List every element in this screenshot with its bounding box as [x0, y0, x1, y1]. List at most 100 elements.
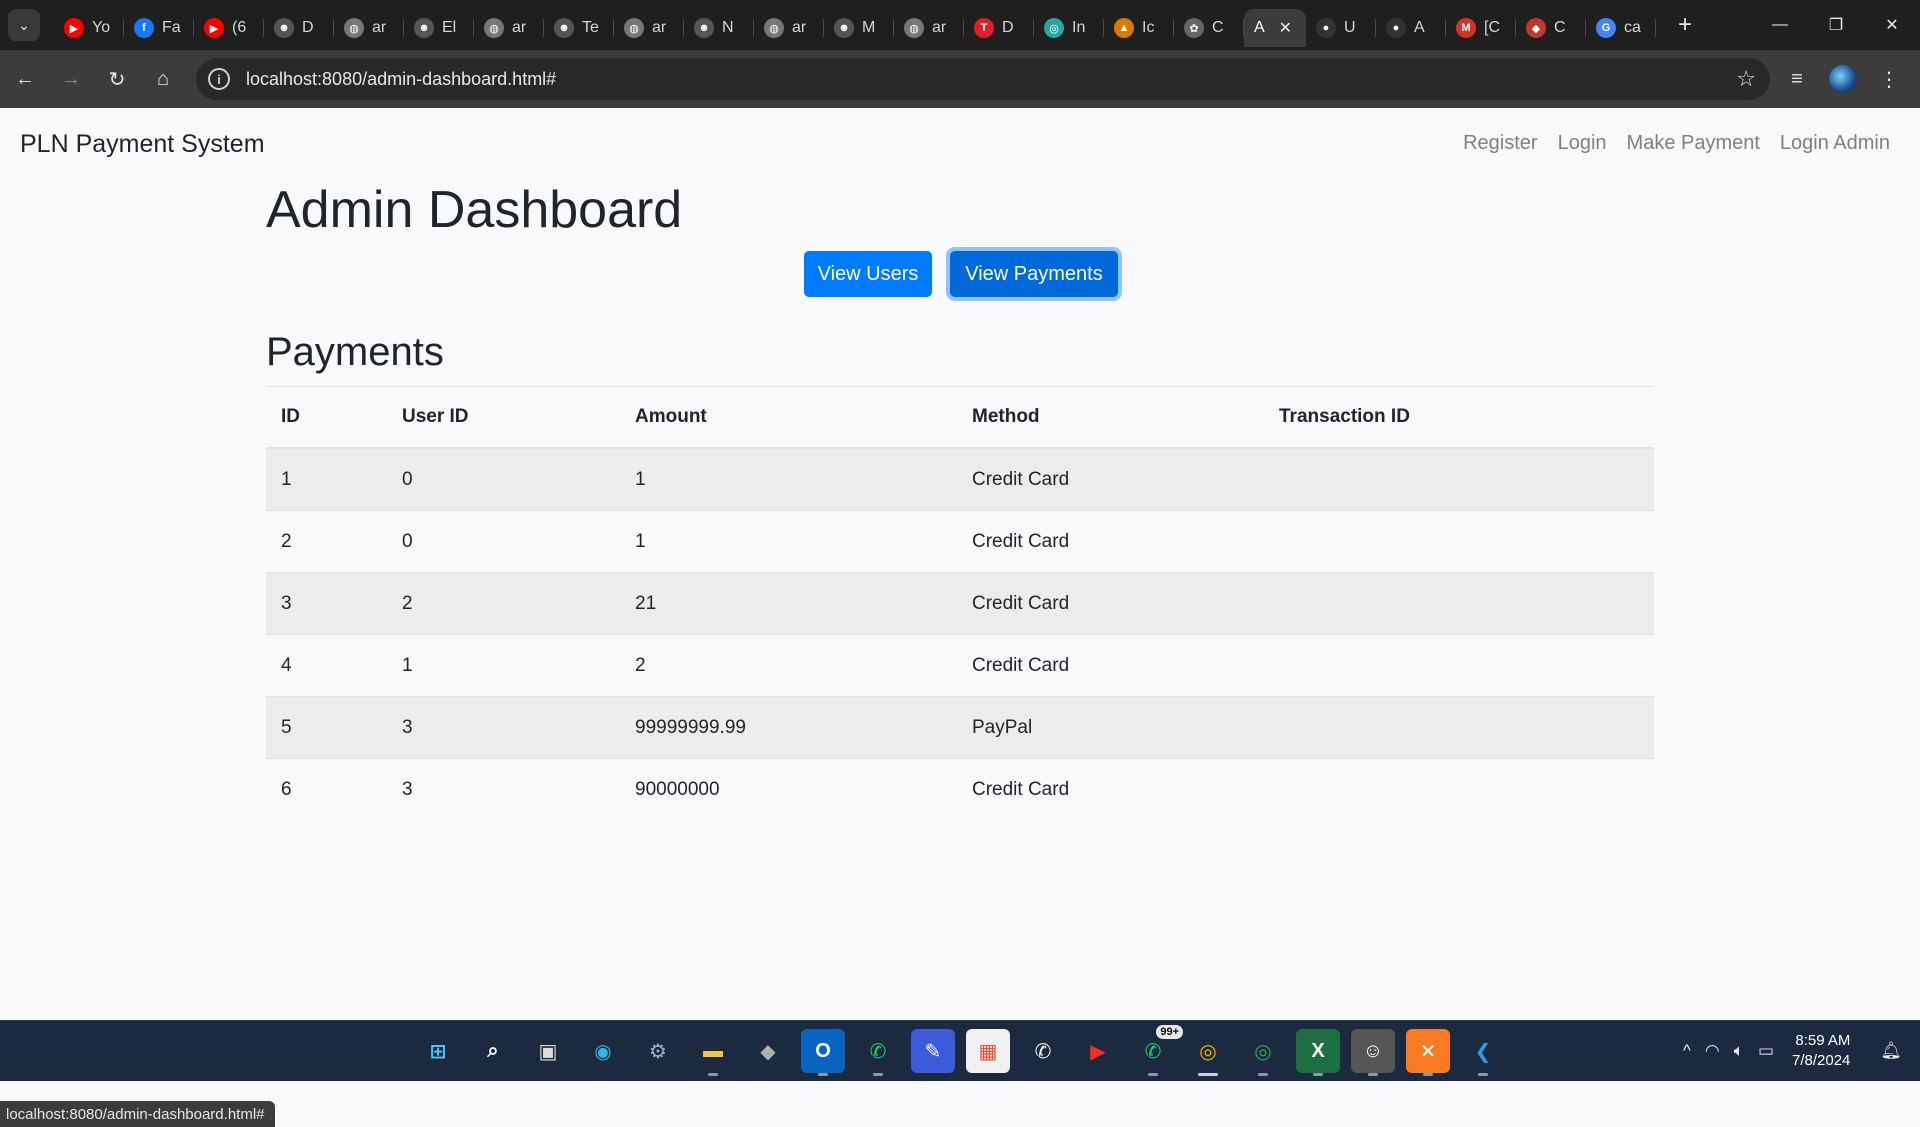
volume-icon[interactable]: 🔈︎: [1734, 1041, 1744, 1061]
nav-link-register[interactable]: Register: [1463, 132, 1537, 155]
browser-tab[interactable]: A ✕: [1244, 9, 1306, 47]
browser-tab[interactable]: ◍ ar: [334, 9, 404, 47]
youtube-icon: ▶: [204, 18, 224, 38]
excel-glyph: X: [1311, 1039, 1325, 1062]
github-icon: ●: [1316, 18, 1336, 38]
cell-user-id: 1: [387, 634, 620, 697]
tray-overflow-chevron-icon[interactable]: ^: [1683, 1041, 1691, 1061]
navbar-brand[interactable]: PLN Payment System: [20, 130, 265, 159]
nav-link-make-payment[interactable]: Make Payment: [1627, 132, 1760, 155]
outlook-icon[interactable]: O: [801, 1029, 845, 1076]
browser-tab[interactable]: ◍ ar: [754, 9, 824, 47]
close-tab-icon[interactable]: ✕: [1279, 18, 1292, 38]
browser-tab[interactable]: ● A: [1376, 9, 1446, 47]
browser-tab[interactable]: M [C: [1446, 9, 1516, 47]
address-bar[interactable]: i localhost:8080/admin-dashboard.html# ☆: [196, 58, 1770, 100]
store-icon[interactable]: ▦: [966, 1029, 1010, 1073]
edge-icon[interactable]: ◉: [581, 1029, 625, 1073]
xampp-glyph: ✕: [1419, 1040, 1437, 1063]
profile-avatar[interactable]: [1829, 65, 1857, 93]
cell-method: Credit Card: [957, 447, 1264, 511]
browser-tab[interactable]: ◍ ar: [894, 9, 964, 47]
browser-tab[interactable]: ✿ C: [1174, 9, 1244, 47]
youtube-music-glyph: ▶: [1090, 1040, 1106, 1063]
browser-tab[interactable]: ● U: [1306, 9, 1376, 47]
search-glyph: ⌕: [487, 1039, 499, 1062]
forward-button[interactable]: →: [50, 58, 92, 100]
cell-method: Credit Card: [957, 634, 1264, 697]
bookmark-star-icon[interactable]: ☆: [1736, 66, 1756, 92]
globe-icon: ◍: [904, 18, 924, 38]
cell-id: 2: [266, 510, 387, 573]
browser-tab[interactable]: ◆ C: [1516, 9, 1586, 47]
avatar-app-icon[interactable]: ☺: [1351, 1029, 1395, 1076]
column-header-amount: Amount: [620, 386, 957, 449]
excel-icon[interactable]: X: [1296, 1029, 1340, 1076]
cell-amount: 21: [620, 572, 957, 635]
nav-link-login[interactable]: Login: [1558, 132, 1607, 155]
browser-tab[interactable]: f Fa: [124, 9, 194, 47]
tab-title: ar: [932, 19, 947, 36]
cell-transaction-id: [1264, 696, 1654, 759]
windows-start-icon[interactable]: ⊞: [416, 1029, 460, 1073]
chrome-icon[interactable]: ◎: [1186, 1029, 1230, 1076]
vscode-icon[interactable]: ❮: [1461, 1029, 1505, 1076]
cell-id: 6: [266, 758, 387, 820]
file-explorer-icon[interactable]: ▬: [691, 1029, 735, 1076]
nav-link-login-admin[interactable]: Login Admin: [1780, 132, 1890, 155]
site-info-icon[interactable]: i: [208, 68, 230, 90]
tab-title: D: [302, 19, 314, 36]
browser-tab[interactable]: ☻ D: [264, 9, 334, 47]
browser-tab[interactable]: ◍ ar: [614, 9, 684, 47]
menu-kebab-icon[interactable]: ⋮: [1866, 67, 1912, 92]
browser-tab[interactable]: ☻ Te: [544, 9, 614, 47]
close-window-button[interactable]: ✕: [1864, 0, 1920, 50]
reload-button[interactable]: ↻: [96, 58, 138, 100]
youtube-icon: ▶: [64, 18, 84, 38]
t-logo-icon: T: [974, 18, 994, 38]
chrome-alt-icon[interactable]: ◎: [1241, 1029, 1285, 1076]
notification-bell-icon[interactable]: 🔔︎: [1880, 1041, 1902, 1061]
new-tab-button[interactable]: +: [1670, 11, 1700, 39]
browser-tab[interactable]: ▶ Yo: [54, 9, 124, 47]
restore-button[interactable]: ❐: [1808, 0, 1864, 50]
view-users-button[interactable]: View Users: [804, 251, 932, 297]
wifi-icon[interactable]: ◠: [1705, 1041, 1720, 1061]
browser-tab[interactable]: Gca: [1586, 9, 1656, 47]
cell-user-id: 2: [387, 572, 620, 635]
browser-tab[interactable]: ☻ M: [824, 9, 894, 47]
whatsapp-icon[interactable]: ✆: [856, 1029, 900, 1076]
search-icon[interactable]: ⌕: [471, 1029, 515, 1073]
home-button[interactable]: ⌂: [142, 58, 184, 100]
facebook-icon: f: [134, 18, 154, 38]
whatsapp-badge-icon[interactable]: ✆ 99+: [1131, 1025, 1183, 1076]
settings-icon[interactable]: ⚙: [636, 1029, 680, 1073]
view-payments-button[interactable]: View Payments: [950, 251, 1118, 297]
browser-tab[interactable]: ☻ N: [684, 9, 754, 47]
minimize-button[interactable]: —: [1752, 0, 1808, 50]
battery-icon[interactable]: ▭: [1758, 1041, 1774, 1061]
browser-tab[interactable]: TD: [964, 9, 1034, 47]
cell-transaction-id: [1264, 572, 1654, 635]
taskbar-clock[interactable]: 8:59 AM 7/8/2024: [1792, 1031, 1850, 1071]
globe-icon: ◍: [624, 18, 644, 38]
media-queue-icon[interactable]: ≡: [1774, 68, 1820, 91]
whatsapp-circle-icon[interactable]: ✆: [1021, 1029, 1065, 1073]
youtube-music-icon[interactable]: ▶: [1076, 1029, 1120, 1073]
browser-tab[interactable]: ▲ Ic: [1104, 9, 1174, 47]
tab-title: ar: [512, 19, 527, 36]
tab-search-button[interactable]: ⌄: [8, 9, 40, 41]
browser-tab[interactable]: ◎ In: [1034, 9, 1104, 47]
tab-title: ar: [652, 19, 667, 36]
app-cube-icon[interactable]: ◆: [746, 1029, 790, 1073]
profile-wrapper[interactable]: [1820, 65, 1866, 93]
pen-app-icon[interactable]: ✎: [911, 1029, 955, 1073]
browser-tab[interactable]: ▶ (6: [194, 9, 264, 47]
xampp-icon[interactable]: ✕: [1406, 1029, 1450, 1076]
back-button[interactable]: ←: [4, 58, 46, 100]
task-view-icon[interactable]: ▣: [526, 1029, 570, 1073]
google-icon: G: [1596, 18, 1616, 38]
browser-tab[interactable]: ◍ ar: [474, 9, 544, 47]
url-text[interactable]: localhost:8080/admin-dashboard.html#: [246, 69, 556, 90]
browser-tab[interactable]: ☻ El: [404, 9, 474, 47]
